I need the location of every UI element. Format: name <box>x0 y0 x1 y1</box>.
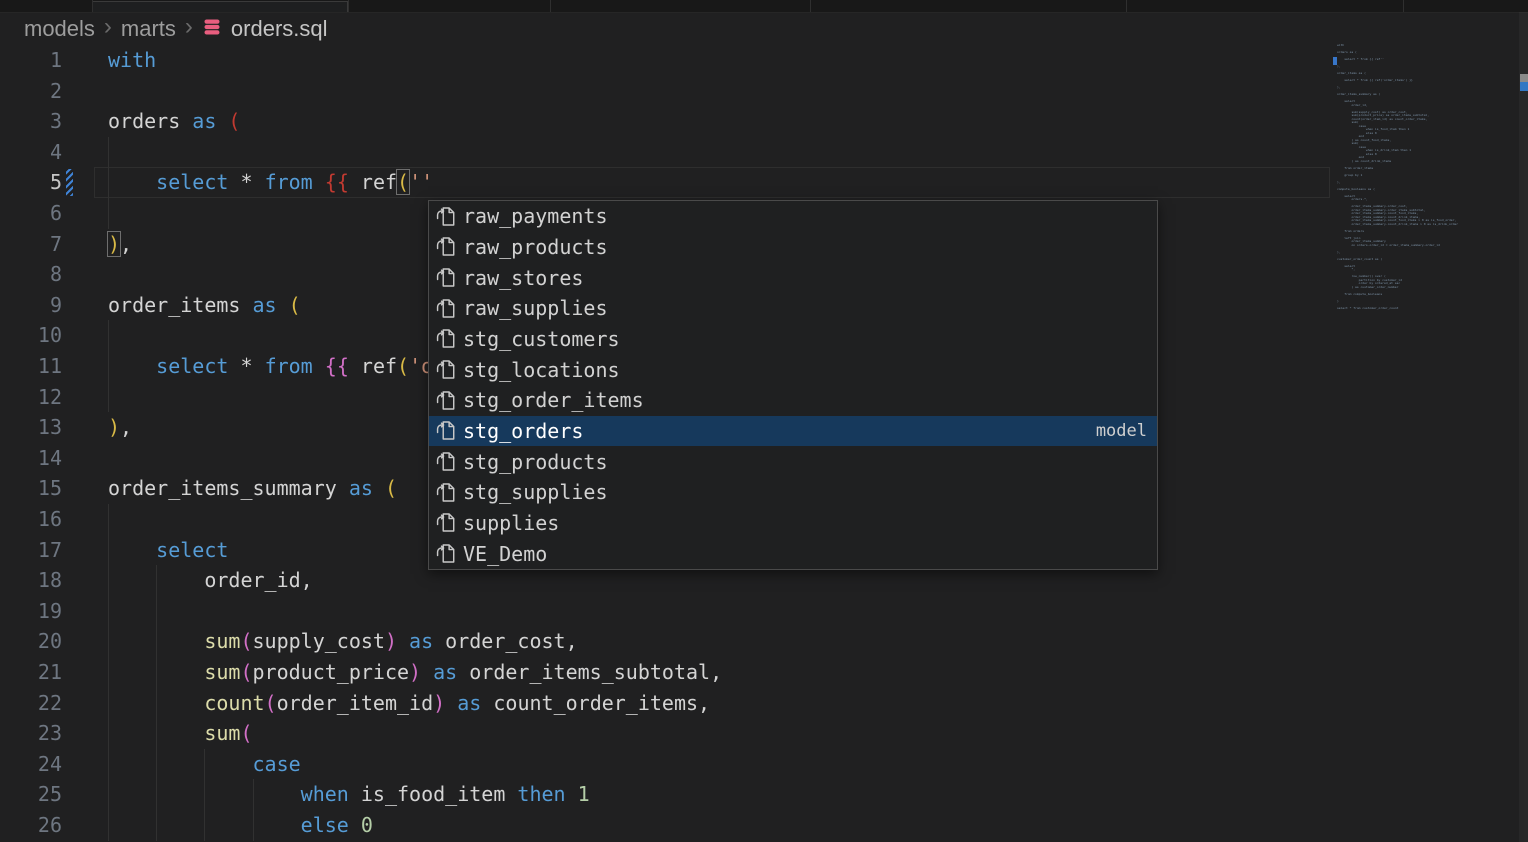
file-symlink-icon <box>436 267 457 288</box>
tab-divider <box>348 0 349 12</box>
code-text: when is_food_item then 1 <box>108 779 590 810</box>
database-icon <box>202 17 222 43</box>
tab-divider <box>1403 0 1404 12</box>
code-text: ), <box>108 412 132 443</box>
suggestion-item[interactable]: raw_supplies <box>429 293 1157 324</box>
code-text: with <box>108 45 156 76</box>
file-symlink-icon <box>436 543 457 564</box>
code-line[interactable] <box>0 596 1330 627</box>
suggestion-item[interactable]: stg_customers <box>429 324 1157 355</box>
file-symlink-icon <box>436 236 457 257</box>
code-text: order_items as ( <box>108 290 301 321</box>
suggestion-item[interactable]: stg_products <box>429 446 1157 477</box>
suggestion-label: stg_order_items <box>463 388 644 412</box>
suggestion-label: raw_payments <box>463 204 608 228</box>
breadcrumb-folder[interactable]: marts <box>121 16 176 42</box>
file-symlink-icon <box>436 390 457 411</box>
file-symlink-icon <box>436 482 457 503</box>
code-line[interactable] <box>0 137 1330 168</box>
suggestion-label: stg_orders <box>463 419 583 443</box>
indent-guide <box>108 504 109 535</box>
suggestion-item[interactable]: stg_supplies <box>429 477 1157 508</box>
code-line[interactable] <box>0 76 1330 107</box>
code-text: ), <box>108 229 132 260</box>
file-symlink-icon <box>436 206 457 227</box>
autocomplete-dropdown[interactable]: raw_payments raw_products raw_stores raw… <box>428 200 1158 570</box>
tab[interactable] <box>92 1 348 12</box>
suggestion-item[interactable]: raw_stores <box>429 262 1157 293</box>
file-symlink-icon <box>436 298 457 319</box>
code-line[interactable]: sum(product_price) as order_items_subtot… <box>0 657 1330 688</box>
code-text: select * from {{ ref('' <box>108 167 433 198</box>
indent-guide <box>108 320 109 351</box>
breadcrumb-file[interactable]: orders.sql <box>231 16 328 42</box>
suggestion-label: stg_customers <box>463 327 620 351</box>
overview-ruler-marker <box>1520 74 1528 82</box>
indent-guide <box>156 596 157 627</box>
suggestion-item[interactable]: supplies <box>429 508 1157 539</box>
code-line[interactable]: select * from {{ ref('' <box>0 167 1330 198</box>
tab-divider <box>1126 0 1127 12</box>
breadcrumb: models › marts › orders.sql <box>24 12 328 46</box>
indent-guide <box>108 596 109 627</box>
suggestion-label: stg_locations <box>463 358 620 382</box>
chevron-right-icon: › <box>185 15 193 39</box>
suggestion-label: VE_Demo <box>463 542 547 566</box>
file-symlink-icon <box>436 451 457 472</box>
suggestion-item[interactable]: stg_order_items <box>429 385 1157 416</box>
suggestion-item[interactable]: raw_products <box>429 232 1157 263</box>
code-text: case <box>108 749 301 780</box>
suggestion-label: raw_stores <box>463 266 583 290</box>
code-line[interactable]: else 0 <box>0 810 1330 841</box>
chevron-right-icon: › <box>104 15 112 39</box>
code-text: sum( <box>108 718 253 749</box>
suggestion-item[interactable]: stg_locations <box>429 354 1157 385</box>
code-line[interactable]: sum( <box>0 718 1330 749</box>
suggestion-label: raw_supplies <box>463 296 608 320</box>
overview-ruler-marker <box>1520 82 1528 91</box>
code-text: count(order_item_id) as count_order_item… <box>108 688 710 719</box>
suggestion-item[interactable]: VE_Demo <box>429 538 1157 569</box>
file-symlink-icon <box>436 420 457 441</box>
suggestion-item[interactable]: stg_orders model <box>429 416 1157 447</box>
indent-guide <box>108 137 109 168</box>
code-text: orders as ( <box>108 106 240 137</box>
code-line[interactable]: count(order_item_id) as count_order_item… <box>0 688 1330 719</box>
indent-guide <box>108 198 109 229</box>
tab-divider <box>810 0 811 12</box>
code-line[interactable]: case <box>0 749 1330 780</box>
suggestion-label: stg_products <box>463 450 608 474</box>
suggestion-label: raw_products <box>463 235 608 259</box>
code-text: order_items_summary as ( <box>108 473 397 504</box>
tab-divider <box>550 0 551 12</box>
minimap-modified-marker <box>1333 57 1337 65</box>
editor-window: models›marts› orders.sql 1with23orders a… <box>0 0 1528 842</box>
code-text: select <box>108 535 228 566</box>
suggestion-item[interactable]: raw_payments <box>429 201 1157 232</box>
code-text: sum(product_price) as order_items_subtot… <box>108 657 722 688</box>
minimap-code: with orders as ( select * from {{ ref'' … <box>1337 44 1515 310</box>
suggestion-detail: model <box>1096 421 1147 441</box>
indent-guide <box>108 382 109 413</box>
minimap[interactable]: with orders as ( select * from {{ ref'' … <box>1337 44 1515 324</box>
code-text: order_id, <box>108 565 313 596</box>
code-line[interactable]: orders as ( <box>0 106 1330 137</box>
suggestion-label: supplies <box>463 511 559 535</box>
breadcrumb-folder[interactable]: models <box>24 16 95 42</box>
scrollbar[interactable] <box>1519 12 1528 842</box>
file-symlink-icon <box>436 512 457 533</box>
code-line[interactable]: sum(supply_cost) as order_cost, <box>0 626 1330 657</box>
suggestion-label: stg_supplies <box>463 480 608 504</box>
file-symlink-icon <box>436 328 457 349</box>
code-text: sum(supply_cost) as order_cost, <box>108 626 578 657</box>
code-line[interactable]: when is_food_item then 1 <box>0 779 1330 810</box>
code-line[interactable]: with <box>0 45 1330 76</box>
file-symlink-icon <box>436 359 457 380</box>
code-text: else 0 <box>108 810 373 841</box>
tab-divider <box>92 0 93 12</box>
